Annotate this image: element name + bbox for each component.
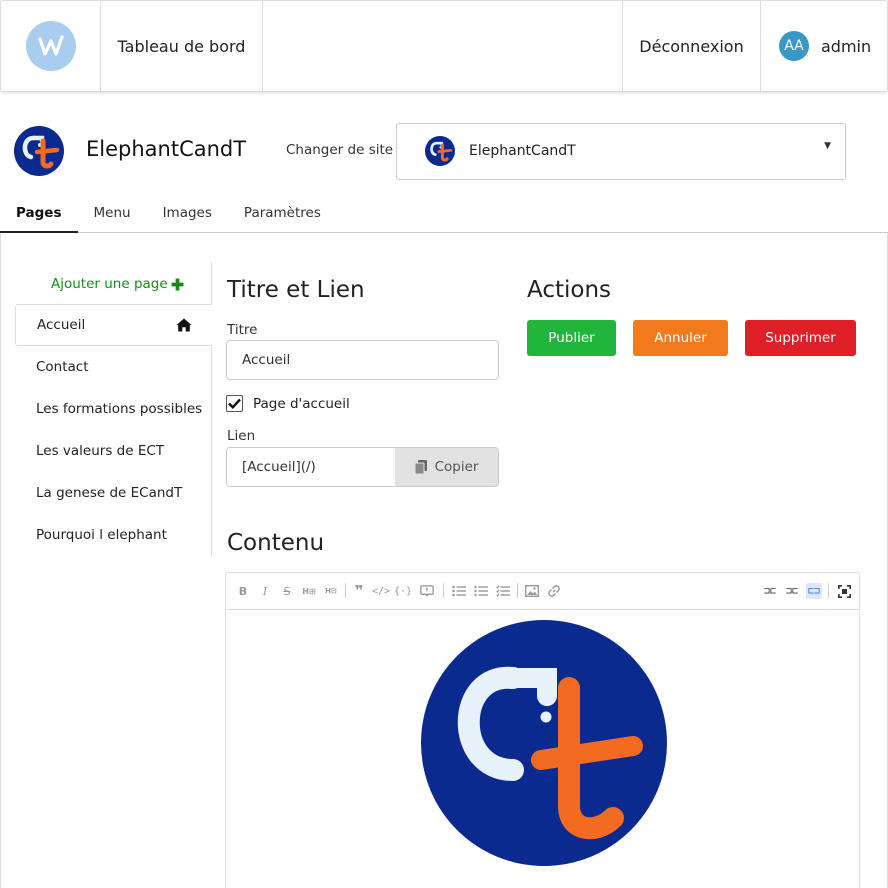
site-selector[interactable]: ElephantCandT ▼ (396, 123, 846, 180)
list-item[interactable]: Pourquoi l elephant (15, 514, 212, 556)
link-input[interactable]: [Accueil](/) (227, 448, 395, 486)
w-logo-icon (25, 21, 76, 71)
editor-content[interactable] (226, 610, 859, 888)
checklist-icon[interactable] (495, 583, 511, 599)
toggle-edit-icon[interactable]: ⊏⊐ (806, 583, 822, 599)
list-item[interactable]: Accueil (15, 304, 212, 346)
bold-icon[interactable]: B (235, 583, 251, 599)
toolbar-divider (517, 583, 518, 598)
tab-pages[interactable]: Pages (0, 196, 78, 233)
toggle-preview-icon[interactable]: ⊐⊏ (762, 583, 778, 599)
comment-icon[interactable] (419, 583, 435, 599)
site-name: ElephantCandT (86, 137, 247, 161)
check-icon (228, 398, 241, 409)
add-page-label: Ajouter une page (51, 276, 168, 292)
link-icon[interactable] (546, 583, 562, 599)
quote-icon[interactable]: ❞ (351, 582, 367, 600)
code-icon[interactable]: </> (372, 583, 390, 599)
link-field-label: Lien (227, 428, 256, 444)
dashboard-link[interactable]: Tableau de bord (101, 1, 263, 91)
editor-toolbar: B I S H⊞ H⊟ ❞ </> {·} ⊐⊏ ⊐⊏ ⊏⊐ (226, 573, 859, 610)
username: admin (821, 36, 872, 56)
home-logo-link[interactable] (1, 1, 101, 91)
list-item[interactable]: Les valeurs de ECT (15, 430, 212, 472)
elephant-ct-logo-image (421, 620, 667, 866)
plus-icon (171, 278, 184, 290)
bullet-list-icon[interactable] (451, 583, 467, 599)
homepage-checkbox[interactable] (226, 395, 243, 412)
chevron-down-icon: ▼ (824, 141, 831, 151)
pages-sidebar: Ajouter une page Accueil Contact Les for… (15, 262, 212, 556)
link-field: [Accueil](/) Copier (226, 447, 499, 487)
title-input[interactable]: Accueil (226, 340, 499, 380)
copy-label: Copier (434, 459, 479, 475)
toolbar-divider (828, 583, 829, 598)
italic-icon[interactable]: I (257, 583, 273, 599)
heading-bigger-icon[interactable]: H⊞ (301, 583, 317, 599)
title-field-label: Titre (227, 322, 258, 338)
pages-list: Accueil Contact Les formations possibles… (15, 304, 212, 556)
add-page-button[interactable]: Ajouter une page (51, 276, 184, 292)
homepage-checkbox-label: Page d'accueil (253, 395, 350, 412)
page-item-label: Accueil (37, 317, 86, 333)
tab-settings[interactable]: Paramètres (228, 196, 337, 233)
delete-button[interactable]: Supprimer (745, 320, 856, 356)
image-icon[interactable] (524, 583, 540, 599)
site-logo (14, 126, 64, 176)
avatar: AA (779, 31, 809, 61)
title-link-heading: Titre et Lien (227, 277, 365, 303)
top-navbar: Tableau de bord Déconnexion AA admin (0, 0, 888, 92)
navbar-spacer (263, 1, 623, 91)
numbered-list-icon[interactable] (473, 583, 489, 599)
side-by-side-icon[interactable]: ⊐⊏ (784, 583, 800, 599)
copy-icon (414, 460, 427, 474)
content-heading: Contenu (227, 530, 325, 556)
list-item[interactable]: Les formations possibles (15, 388, 212, 430)
user-menu[interactable]: AA admin (761, 1, 887, 91)
toolbar-divider (443, 583, 444, 598)
site-select-logo (425, 136, 455, 166)
heading-smaller-icon[interactable]: H⊟ (323, 583, 339, 599)
change-site-label: Changer de site : (286, 142, 402, 158)
homepage-checkbox-row[interactable]: Page d'accueil (226, 395, 350, 412)
markdown-editor: B I S H⊞ H⊟ ❞ </> {·} ⊐⊏ ⊐⊏ ⊏⊐ (225, 572, 860, 888)
logout-link[interactable]: Déconnexion (623, 1, 761, 91)
code-block-icon[interactable]: {·} (394, 583, 412, 599)
actions-heading: Actions (527, 277, 612, 303)
copy-button[interactable]: Copier (395, 448, 498, 486)
list-item[interactable]: Contact (15, 346, 212, 388)
cancel-button[interactable]: Annuler (633, 320, 728, 356)
site-select-value: ElephantCandT (469, 143, 576, 159)
fullscreen-icon[interactable] (836, 583, 852, 599)
list-item[interactable]: La genese de ECandT (15, 472, 212, 514)
home-icon (176, 318, 192, 332)
tab-menu[interactable]: Menu (78, 196, 147, 233)
main-tabs: Pages Menu Images Paramètres (0, 196, 888, 233)
publish-button[interactable]: Publier (527, 320, 616, 356)
tab-images[interactable]: Images (147, 196, 228, 233)
toolbar-divider (345, 583, 346, 598)
strikethrough-icon[interactable]: S (279, 583, 295, 599)
